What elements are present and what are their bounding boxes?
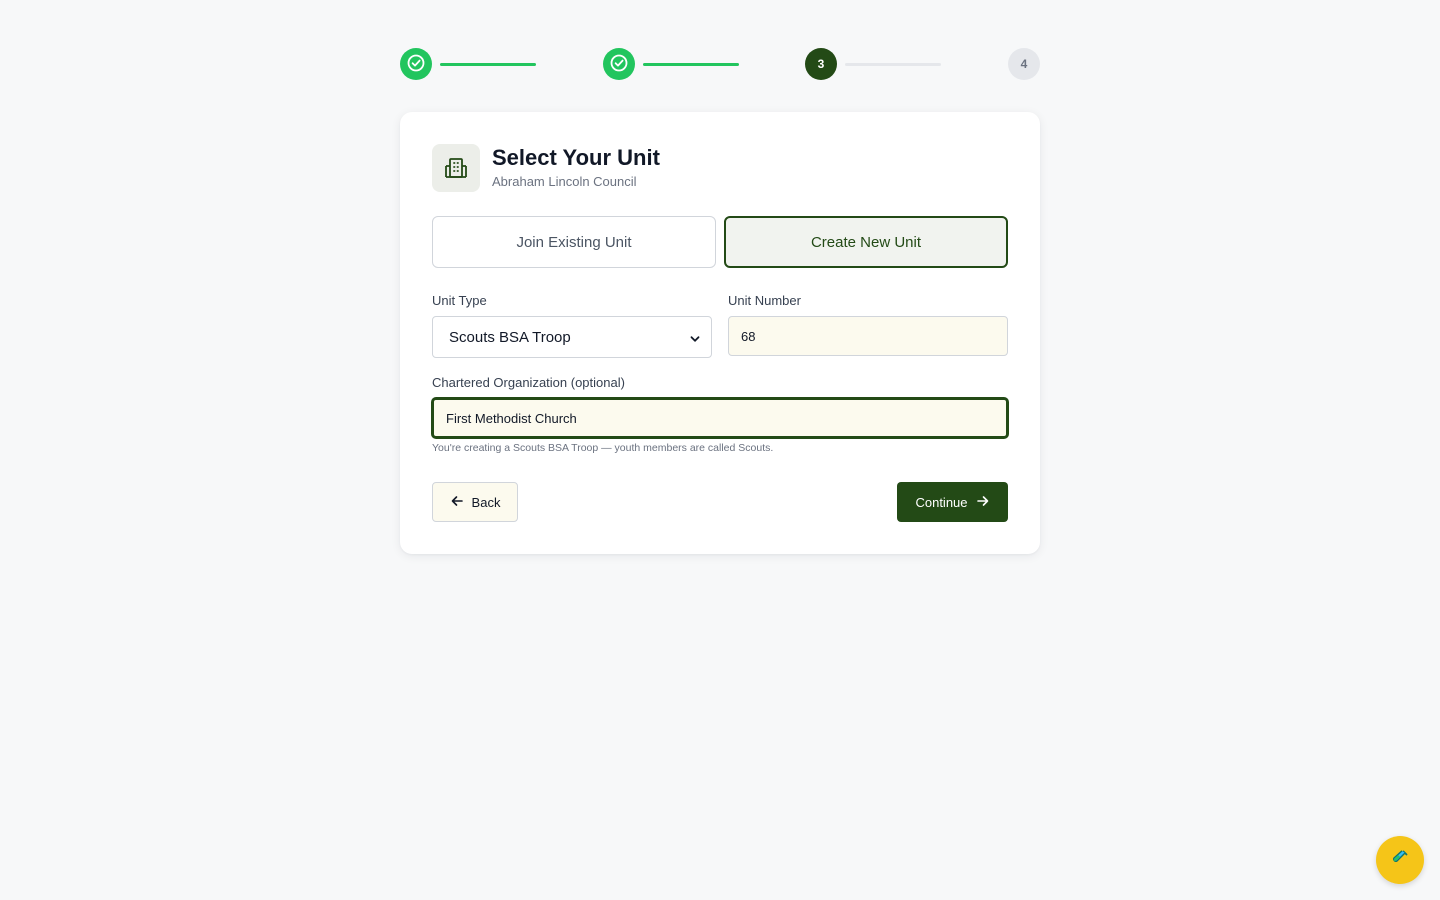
- chevron-down-icon: [689, 332, 701, 349]
- unit-type-select[interactable]: Scouts BSA Troop: [432, 316, 712, 358]
- create-new-unit-button[interactable]: Create New Unit: [724, 216, 1008, 268]
- step-3-current: 3: [805, 48, 837, 80]
- building-icon: [432, 144, 480, 192]
- arrow-right-icon: [976, 494, 990, 511]
- join-existing-unit-button[interactable]: Join Existing Unit: [432, 216, 716, 268]
- progress-stepper: 3 4: [400, 48, 1040, 80]
- unit-type-label: Unit Type: [432, 293, 487, 308]
- page-title: Select Your Unit: [492, 145, 660, 170]
- step-connector-2: [643, 63, 739, 66]
- unit-number-input[interactable]: 68: [728, 316, 1008, 356]
- chartered-org-input[interactable]: First Methodist Church: [432, 398, 1008, 438]
- test-tube-icon: [1391, 849, 1409, 872]
- unit-selection-card: Select Your Unit Abraham Lincoln Council…: [400, 112, 1040, 554]
- step-connector-3: [845, 63, 941, 66]
- dev-tools-fab[interactable]: [1376, 836, 1424, 884]
- step-connector-1: [440, 63, 536, 66]
- unit-number-label: Unit Number: [728, 293, 801, 308]
- check-circle-icon: [609, 53, 629, 76]
- arrow-left-icon: [450, 494, 464, 511]
- step-4-pending: 4: [1008, 48, 1040, 80]
- continue-button[interactable]: Continue: [897, 482, 1008, 522]
- council-name: Abraham Lincoln Council: [492, 174, 637, 189]
- continue-label: Continue: [915, 494, 968, 510]
- step-2-complete: [603, 48, 635, 80]
- check-circle-icon: [406, 53, 426, 76]
- step-1-complete: [400, 48, 432, 80]
- unit-type-value: Scouts BSA Troop: [449, 328, 571, 346]
- back-button[interactable]: Back: [432, 482, 518, 522]
- chartered-org-label: Chartered Organization (optional): [432, 375, 625, 390]
- unit-type-hint: You're creating a Scouts BSA Troop — you…: [432, 442, 774, 454]
- back-label: Back: [471, 494, 501, 510]
